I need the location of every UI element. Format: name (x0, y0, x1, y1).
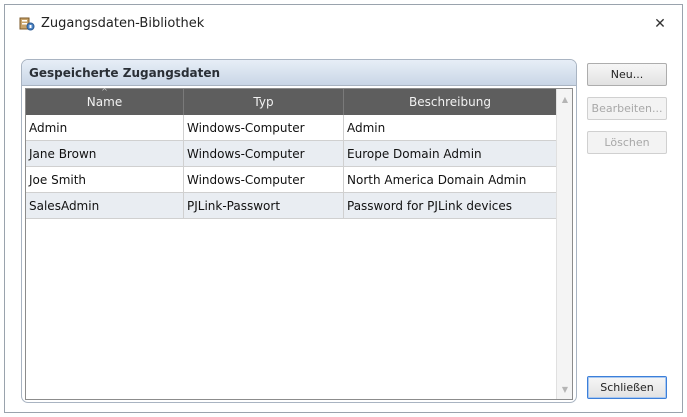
sort-ascending-icon: ^ (101, 87, 108, 96)
new-button[interactable]: Neu... (587, 63, 667, 86)
cell-name: Joe Smith (26, 167, 184, 192)
cell-type: PJLink-Passwort (184, 193, 344, 218)
credential-library-dialog: Zugangsdaten-Bibliothek ✕ Gespeicherte Z… (4, 4, 683, 413)
credential-library-icon (19, 16, 35, 32)
table-row[interactable]: SalesAdmin PJLink-Passwort Password for … (26, 193, 556, 219)
table-body: Admin Windows-Computer Admin Jane Brown … (26, 115, 556, 219)
cell-type: Windows-Computer (184, 115, 344, 140)
cell-description: Europe Domain Admin (347, 146, 482, 161)
saved-credentials-group: Gespeicherte Zugangsdaten ^ Name Typ Bes… (21, 59, 577, 403)
cell-name: Jane Brown (26, 141, 184, 166)
close-button[interactable]: Schließen (587, 376, 667, 399)
vertical-scrollbar[interactable]: ▲ ▼ (556, 89, 572, 399)
dialog-content: Gespeicherte Zugangsdaten ^ Name Typ Bes… (5, 43, 682, 412)
title-bar: Zugangsdaten-Bibliothek ✕ (5, 5, 682, 43)
cell-name: SalesAdmin (26, 193, 184, 218)
window-close-button[interactable]: ✕ (646, 11, 674, 37)
edit-button[interactable]: Bearbeiten... (587, 97, 667, 120)
cell-type: Windows-Computer (184, 141, 344, 166)
group-header: Gespeicherte Zugangsdaten (22, 60, 576, 86)
cell-description: Admin (347, 120, 386, 135)
cell-type: Windows-Computer (184, 167, 344, 192)
column-header-description[interactable]: Beschreibung (344, 89, 556, 115)
table-row[interactable]: Admin Windows-Computer Admin (26, 115, 556, 141)
cell-description: Password for PJLink devices (347, 198, 513, 213)
column-header-name[interactable]: ^ Name (26, 87, 184, 115)
scroll-down-icon[interactable]: ▼ (557, 381, 573, 397)
delete-button[interactable]: Löschen (587, 131, 667, 154)
group-title: Gespeicherte Zugangsdaten (29, 66, 221, 80)
table-header: ^ Name Typ Beschreibung (26, 87, 556, 115)
column-header-type[interactable]: Typ (184, 89, 344, 115)
scroll-up-icon[interactable]: ▲ (557, 91, 573, 107)
cell-name: Admin (26, 115, 184, 140)
table-row[interactable]: Jane Brown Windows-Computer Europe Domai… (26, 141, 556, 167)
table-row[interactable]: Joe Smith Windows-Computer North America… (26, 167, 556, 193)
cell-description: North America Domain Admin (347, 172, 527, 187)
credentials-list[interactable]: ^ Name Typ Beschreibung Admin Windows-Co… (25, 87, 573, 400)
window-title: Zugangsdaten-Bibliothek (41, 16, 205, 31)
close-icon: ✕ (654, 16, 666, 32)
